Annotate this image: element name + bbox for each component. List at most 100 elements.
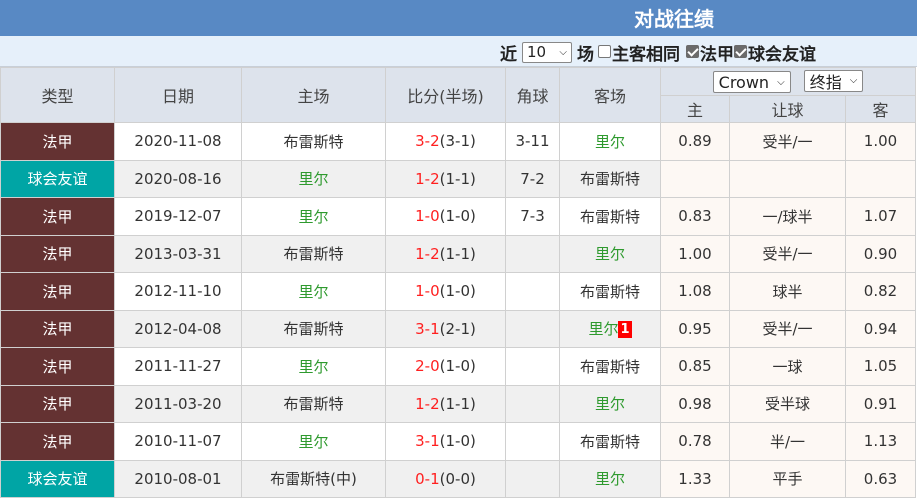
match-row: 法甲 2011-11-27 里尔 2-0(1-0) 布雷斯特 0.85 一球 1.05 <box>0 347 917 386</box>
match-date: 2020-11-08 <box>114 122 242 161</box>
away-team[interactable]: 布雷斯特 <box>559 422 661 461</box>
score[interactable]: 1-0(1-0) <box>385 197 506 236</box>
handicap: 受半球 <box>729 384 846 423</box>
home-odds: 0.98 <box>660 384 730 423</box>
match-date: 2019-12-07 <box>114 197 242 236</box>
away-team-name[interactable]: 布雷斯特 <box>580 208 640 226</box>
away-team-name[interactable]: 里尔 <box>595 245 625 263</box>
filter-ligue1[interactable]: 法甲 <box>686 40 734 65</box>
filter-club-friendly[interactable]: 球会友谊 <box>734 40 816 65</box>
match-row: 球会友谊 2020-08-16 里尔 1-2(1-1) 7-2 布雷斯特 <box>0 159 917 198</box>
away-team[interactable]: 布雷斯特 <box>559 272 661 311</box>
home-team[interactable]: 里尔 <box>241 422 386 461</box>
away-team[interactable]: 里尔 <box>559 122 661 161</box>
home-team-name[interactable]: 布雷斯特 <box>283 395 343 413</box>
away-team-name[interactable]: 里尔 <box>588 320 618 338</box>
away-team-name[interactable]: 布雷斯特 <box>580 283 640 301</box>
score[interactable]: 1-0(1-0) <box>385 272 506 311</box>
away-team[interactable]: 里尔 <box>559 234 661 273</box>
competition-type[interactable]: 球会友谊 <box>0 459 115 498</box>
home-team-name[interactable]: 里尔 <box>298 208 328 226</box>
col-header-away: 客场 <box>559 67 661 123</box>
corner-count <box>505 459 560 498</box>
score[interactable]: 1-2(1-1) <box>385 234 506 273</box>
score[interactable]: 3-2(3-1) <box>385 122 506 161</box>
score[interactable]: 0-1(0-0) <box>385 459 506 498</box>
home-team[interactable]: 布雷斯特 <box>241 309 386 348</box>
bookmaker-select[interactable]: Crown ⌵ <box>712 71 791 94</box>
away-team[interactable]: 布雷斯特 <box>559 197 661 236</box>
corner-count <box>505 384 560 423</box>
away-team[interactable]: 里尔 1 <box>559 309 661 348</box>
home-team[interactable]: 布雷斯特 <box>241 122 386 161</box>
away-team[interactable]: 布雷斯特 <box>559 159 661 198</box>
full-time-score: 2-0 <box>415 357 440 376</box>
red-card-badge: 1 <box>618 321 632 339</box>
home-team[interactable]: 里尔 <box>241 197 386 236</box>
score[interactable]: 1-2(1-1) <box>385 384 506 423</box>
home-odds <box>660 159 730 198</box>
home-team-name[interactable]: 布雷斯特(中) <box>270 470 357 488</box>
competition-type[interactable]: 法甲 <box>0 422 115 461</box>
col-header-home: 主场 <box>241 67 386 123</box>
competition-type[interactable]: 法甲 <box>0 234 115 273</box>
away-odds <box>844 159 917 198</box>
match-date: 2013-03-31 <box>114 234 242 273</box>
competition-type[interactable]: 法甲 <box>0 384 115 423</box>
competition-type[interactable]: 法甲 <box>0 197 115 236</box>
home-team-name[interactable]: 里尔 <box>298 283 328 301</box>
corner-count <box>505 272 560 311</box>
competition-type[interactable]: 法甲 <box>0 309 115 348</box>
handicap: 受半/一 <box>729 309 846 348</box>
away-team-name[interactable]: 布雷斯特 <box>580 358 640 376</box>
home-team[interactable]: 里尔 <box>241 159 386 198</box>
home-odds: 1.33 <box>660 459 730 498</box>
score[interactable]: 1-2(1-1) <box>385 159 506 198</box>
home-team[interactable]: 布雷斯特 <box>241 384 386 423</box>
home-team-name[interactable]: 里尔 <box>298 433 328 451</box>
score[interactable]: 3-1(2-1) <box>385 309 506 348</box>
away-team-name[interactable]: 里尔 <box>595 395 625 413</box>
home-odds: 0.83 <box>660 197 730 236</box>
home-team[interactable]: 里尔 <box>241 272 386 311</box>
away-team-name[interactable]: 里尔 <box>595 133 625 151</box>
home-team[interactable]: 布雷斯特 <box>241 234 386 273</box>
full-time-score: 3-2 <box>415 132 440 151</box>
away-team[interactable]: 里尔 <box>559 459 661 498</box>
away-odds: 1.13 <box>844 422 917 461</box>
away-team[interactable]: 布雷斯特 <box>559 347 661 386</box>
match-row: 法甲 2010-11-07 里尔 3-1(1-0) 布雷斯特 0.78 半/一 1.13 <box>0 422 917 461</box>
home-team-name[interactable]: 里尔 <box>298 358 328 376</box>
away-team[interactable]: 里尔 <box>559 384 661 423</box>
same-venue-checkbox[interactable] <box>598 44 611 58</box>
match-date: 2010-11-07 <box>114 422 242 461</box>
score[interactable]: 2-0(1-0) <box>385 347 506 386</box>
match-date: 2011-11-27 <box>114 347 242 386</box>
away-odds: 0.94 <box>844 309 917 348</box>
match-row: 球会友谊 2010-08-01 布雷斯特(中) 0-1(0-0) 里尔 1.33 平手 0.6… <box>0 459 917 498</box>
away-team-name[interactable]: 布雷斯特 <box>580 170 640 188</box>
filter-same-venue[interactable]: 主客相同 <box>598 40 680 65</box>
match-count-select[interactable]: 10 ⌵ <box>522 41 572 63</box>
competition-type[interactable]: 球会友谊 <box>0 159 115 198</box>
competition-type[interactable]: 法甲 <box>0 272 115 311</box>
home-team-name[interactable]: 里尔 <box>298 170 328 188</box>
competition-type[interactable]: 法甲 <box>0 347 115 386</box>
club-friendly-checkbox[interactable] <box>734 44 747 58</box>
home-team[interactable]: 里尔 <box>241 347 386 386</box>
match-row: 法甲 2012-11-10 里尔 1-0(1-0) 布雷斯特 1.08 球半 0.82 <box>0 272 917 311</box>
home-odds: 0.89 <box>660 122 730 161</box>
away-team-name[interactable]: 布雷斯特 <box>580 433 640 451</box>
half-time-score: (1-0) <box>439 432 476 451</box>
away-team-name[interactable]: 里尔 <box>595 470 625 488</box>
home-team-name[interactable]: 布雷斯特 <box>283 133 343 151</box>
home-odds: 0.95 <box>660 309 730 348</box>
col-header-handicap: 让球 <box>729 95 846 123</box>
home-team[interactable]: 布雷斯特(中) <box>241 459 386 498</box>
odds-type-select[interactable]: 终指 ⌵ <box>803 69 864 92</box>
ligue1-checkbox[interactable] <box>686 44 699 58</box>
competition-type[interactable]: 法甲 <box>0 122 115 161</box>
score[interactable]: 3-1(1-0) <box>385 422 506 461</box>
home-team-name[interactable]: 布雷斯特 <box>283 245 343 263</box>
home-team-name[interactable]: 布雷斯特 <box>283 320 343 338</box>
